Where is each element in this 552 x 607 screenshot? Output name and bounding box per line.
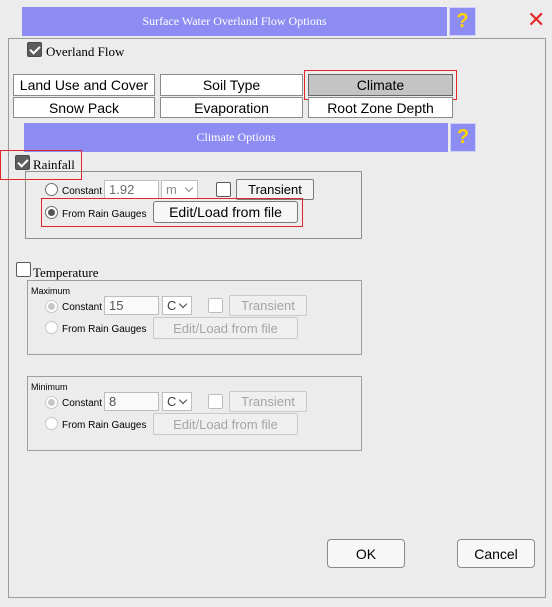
overland-flow-label: Overland Flow	[46, 44, 125, 59]
maximum-from-gauges-radio[interactable]	[45, 321, 58, 334]
minimum-transient-checkbox[interactable]	[208, 394, 223, 409]
rainfall-from-gauges-radio[interactable]	[45, 206, 58, 219]
maximum-constant-input[interactable]: 15	[104, 296, 159, 315]
maximum-constant-radio[interactable]	[45, 300, 58, 313]
temperature-minimum-title: Minimum	[31, 382, 68, 392]
chevron-down-icon	[184, 183, 194, 193]
rainfall-transient-checkbox[interactable]	[216, 182, 231, 197]
climate-options-title: Climate Options	[196, 130, 276, 144]
minimum-constant-radio[interactable]	[45, 396, 58, 409]
help-icon[interactable]: ?	[449, 7, 476, 36]
rainfall-constant-label: Constant	[62, 186, 103, 197]
rainfall-transient-button[interactable]: Transient	[236, 179, 314, 200]
rainfall-constant-input[interactable]: 1.92	[104, 180, 159, 199]
maximum-edit-load-button[interactable]: Edit/Load from file	[153, 317, 298, 339]
tab-evaporation[interactable]: Evaporation	[160, 97, 303, 118]
tab-soil-type[interactable]: Soil Type	[160, 74, 303, 96]
minimum-transient-button[interactable]: Transient	[229, 391, 307, 412]
window-title-bar: Surface Water Overland Flow Options	[22, 7, 447, 36]
rainfall-checkbox[interactable]	[15, 155, 30, 170]
tab-land-use-and-cover[interactable]: Land Use and Cover	[13, 74, 155, 96]
maximum-from-gauges-label: From Rain Gauges	[62, 324, 147, 335]
temperature-checkbox[interactable]	[16, 262, 31, 277]
close-icon[interactable]: ✕	[527, 10, 545, 32]
temperature-label: Temperature	[33, 265, 99, 280]
rainfall-from-gauges-label: From Rain Gauges	[62, 209, 147, 220]
ok-button[interactable]: OK	[327, 539, 405, 568]
rainfall-edit-load-button[interactable]: Edit/Load from file	[153, 201, 298, 223]
temperature-maximum-title: Maximum	[31, 286, 71, 296]
climate-tab-highlight	[304, 70, 457, 100]
minimum-edit-load-button[interactable]: Edit/Load from file	[153, 413, 298, 435]
chevron-down-icon	[178, 395, 188, 405]
tab-root-zone-depth[interactable]: Root Zone Depth	[308, 97, 453, 118]
maximum-unit-select[interactable]: C	[162, 296, 192, 315]
minimum-from-gauges-label: From Rain Gauges	[62, 420, 147, 431]
maximum-transient-checkbox[interactable]	[208, 298, 223, 313]
rainfall-constant-radio[interactable]	[45, 183, 58, 196]
minimum-from-gauges-radio[interactable]	[45, 417, 58, 430]
minimum-constant-label: Constant	[62, 398, 103, 409]
minimum-constant-input[interactable]: 8	[104, 392, 159, 411]
overland-flow-checkbox[interactable]	[27, 42, 42, 57]
rainfall-unit-select[interactable]: m	[161, 180, 198, 199]
minimum-unit-select[interactable]: C	[162, 392, 192, 411]
chevron-down-icon	[178, 299, 188, 309]
climate-options-header: Climate Options	[24, 123, 448, 152]
climate-help-icon[interactable]: ?	[450, 123, 476, 152]
cancel-button[interactable]: Cancel	[457, 539, 535, 568]
maximum-constant-label: Constant	[62, 302, 103, 313]
window-title: Surface Water Overland Flow Options	[142, 14, 327, 28]
tab-snow-pack[interactable]: Snow Pack	[13, 97, 155, 118]
maximum-transient-button[interactable]: Transient	[229, 295, 307, 316]
